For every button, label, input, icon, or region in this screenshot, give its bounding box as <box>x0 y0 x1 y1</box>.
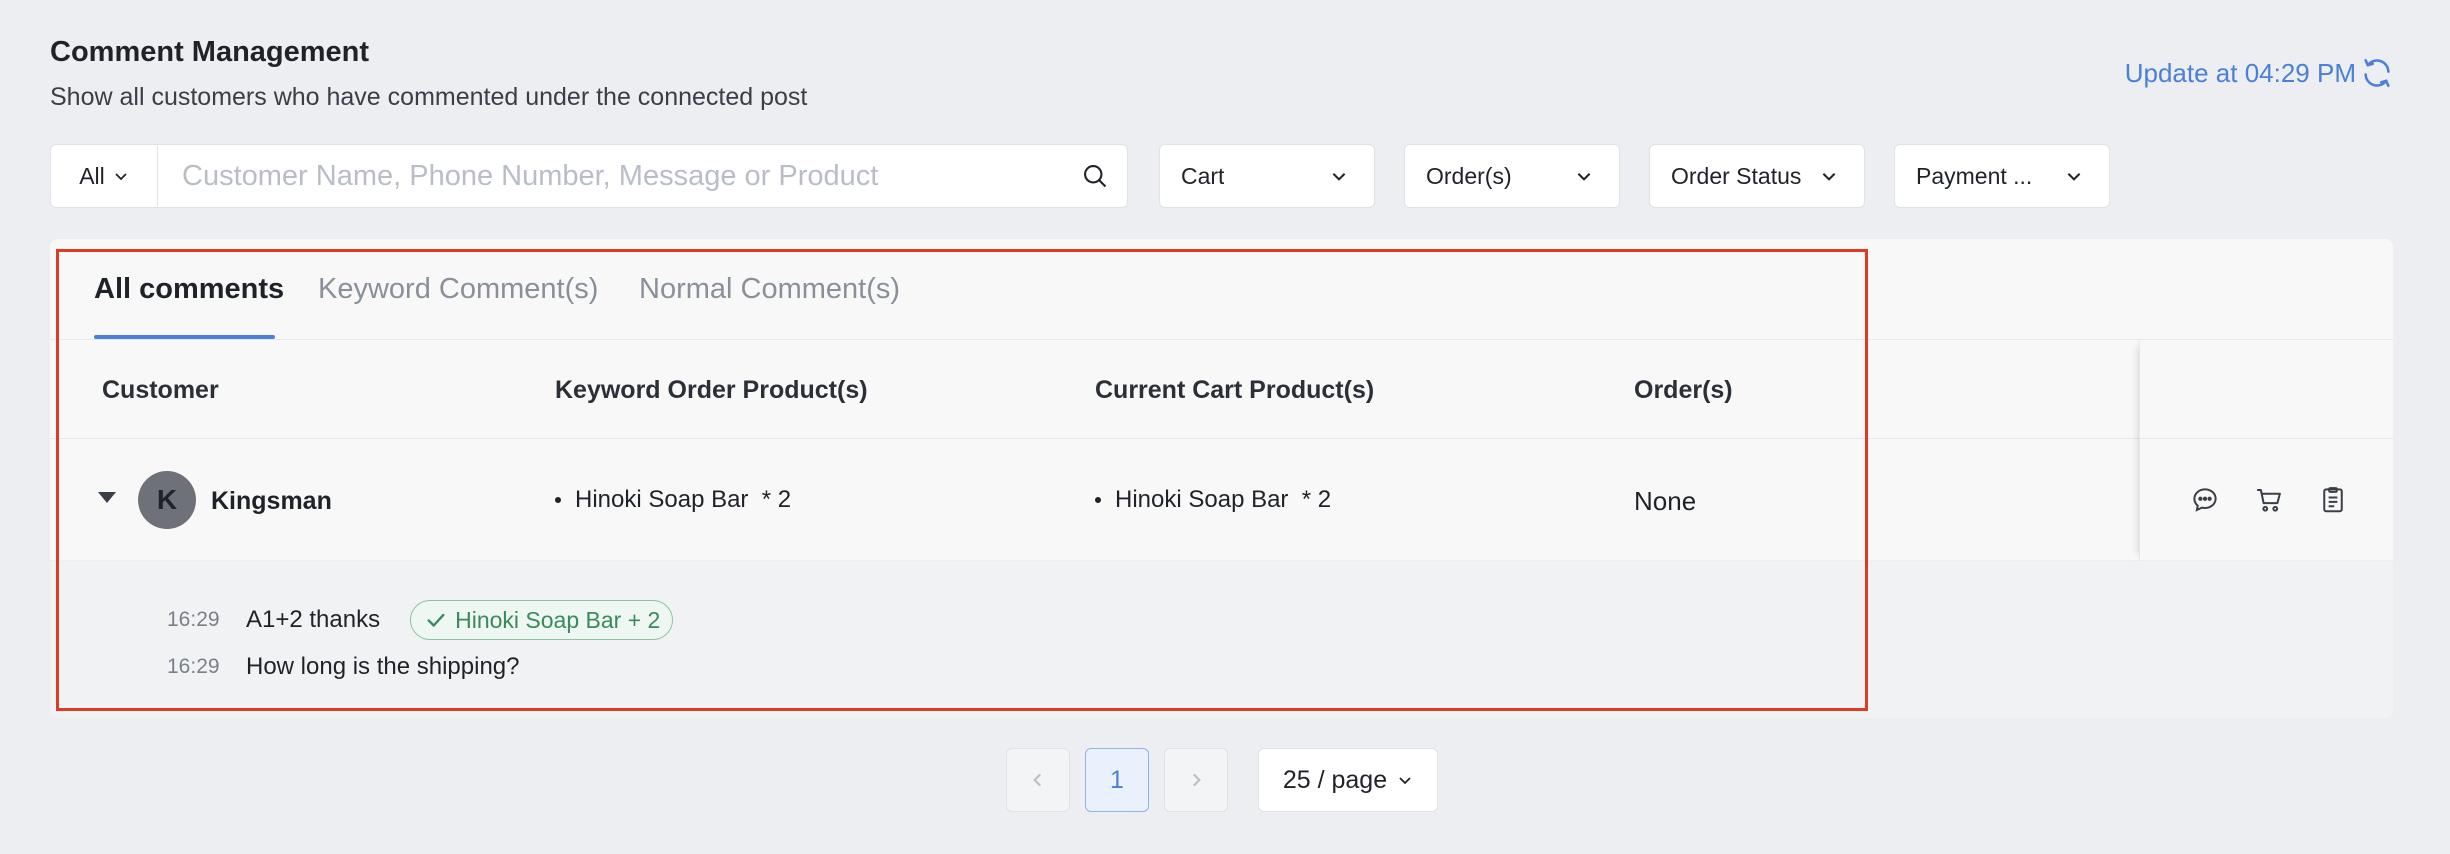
order-status-filter-label: Order Status <box>1671 162 1802 189</box>
payment-filter-label: Payment ... <box>1916 162 2033 189</box>
tab-normal-comments[interactable]: Normal Comment(s) <box>639 273 900 306</box>
customer-name[interactable]: Kingsman <box>211 487 332 516</box>
chevron-down-icon <box>1332 173 1346 181</box>
page-size-label: 25 / page <box>1282 765 1388 794</box>
orders-value: None <box>1634 486 1697 516</box>
prev-page-button[interactable] <box>1006 748 1070 812</box>
keyword-match-tag: Hinoki Soap Bar + 2 <box>410 600 674 640</box>
comment-time: 16:29 <box>167 608 220 631</box>
keyword-product-label: Hinoki Soap Bar * 2 <box>575 486 792 513</box>
row-actions <box>2139 439 2393 561</box>
order-icon[interactable] <box>2318 485 2348 515</box>
refresh-icon <box>2364 58 2390 88</box>
cart-filter-label: Cart <box>1181 162 1225 189</box>
keyword-product-item: Hinoki Soap Bar * 2 <box>555 486 791 514</box>
column-header-orders: Order(s) <box>1634 376 1733 404</box>
page-subtitle: Show all customers who have commented un… <box>50 83 808 111</box>
cart-filter[interactable]: Cart <box>1159 144 1375 208</box>
comment-item: 16:29 How long is the shipping? <box>167 653 520 681</box>
update-label: Update at 04:29 PM <box>2124 57 2356 88</box>
chevron-down-icon <box>1577 173 1591 181</box>
expanded-comments: 16:29 A1+2 thanks Hinoki Soap Bar + 2 16… <box>50 561 2393 718</box>
cart-product-item: Hinoki Soap Bar * 2 <box>1095 486 1331 514</box>
chevron-down-icon <box>115 173 127 181</box>
scope-select-label: All <box>79 162 105 189</box>
tab-bar: All comments Keyword Comment(s) Normal C… <box>50 239 2393 340</box>
order-status-filter[interactable]: Order Status <box>1649 144 1865 208</box>
cart-product-label: Hinoki Soap Bar * 2 <box>1115 486 1332 513</box>
active-tab-indicator <box>94 335 275 339</box>
tab-keyword-comments[interactable]: Keyword Comment(s) <box>318 273 598 306</box>
page-size-select[interactable]: 25 / page <box>1258 748 1438 812</box>
comment-item: 16:29 A1+2 thanks Hinoki Soap Bar + 2 <box>167 600 674 640</box>
page-button-current[interactable]: 1 <box>1085 748 1149 812</box>
search-group: All <box>50 144 1128 208</box>
keyword-match-label: Hinoki Soap Bar + 2 <box>455 606 661 633</box>
check-icon <box>427 613 445 627</box>
orders-filter-label: Order(s) <box>1426 162 1512 189</box>
orders-filter[interactable]: Order(s) <box>1404 144 1620 208</box>
column-header-keyword-products: Keyword Order Product(s) <box>555 376 868 404</box>
message-icon[interactable] <box>2190 485 2220 515</box>
column-header-customer: Customer <box>102 376 219 404</box>
scope-select[interactable]: All <box>51 145 158 207</box>
expand-caret-icon[interactable] <box>98 492 116 503</box>
update-button[interactable]: Update at 04:29 PM <box>2125 56 2394 90</box>
page-title: Comment Management <box>50 36 370 68</box>
next-page-button[interactable] <box>1164 748 1228 812</box>
table-header: Customer Keyword Order Product(s) Curren… <box>50 340 2393 439</box>
comment-text: How long is the shipping? <box>246 653 520 680</box>
cart-icon[interactable] <box>2254 485 2284 515</box>
chevron-left-icon <box>1033 773 1041 787</box>
bullet <box>1095 497 1101 503</box>
comment-text: A1+2 thanks <box>246 606 381 633</box>
chevron-down-icon <box>1399 777 1411 785</box>
chevron-down-icon <box>2067 173 2081 181</box>
comment-time: 16:29 <box>167 655 220 678</box>
tab-all-comments[interactable]: All comments <box>94 273 284 306</box>
column-header-cart-products: Current Cart Product(s) <box>1095 376 1375 404</box>
chevron-down-icon <box>1822 173 1836 181</box>
search-icon[interactable] <box>1063 145 1127 207</box>
payment-filter[interactable]: Payment ... <box>1894 144 2110 208</box>
bullet <box>555 497 561 503</box>
table-row: K Kingsman Hinoki Soap Bar * 2 Hinoki So… <box>50 439 2393 561</box>
search-input[interactable] <box>158 145 1063 207</box>
chevron-right-icon <box>1193 773 1201 787</box>
comments-panel: All comments Keyword Comment(s) Normal C… <box>50 239 2393 718</box>
avatar: K <box>138 471 196 529</box>
